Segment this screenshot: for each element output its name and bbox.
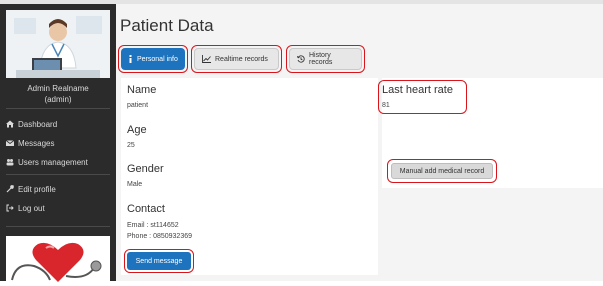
user-role: (admin) — [44, 95, 72, 104]
home-icon — [6, 120, 14, 128]
gender-value: Male — [127, 181, 143, 188]
tab-history-records[interactable]: History records — [289, 48, 362, 70]
tab-label: Personal info — [137, 55, 178, 63]
heart-rate-label: Last heart rate — [382, 84, 453, 96]
name-label: Name — [127, 84, 157, 96]
divider — [6, 226, 110, 227]
sidebar-item-dashboard[interactable]: Dashboard — [6, 117, 57, 131]
sign-out-icon — [6, 204, 14, 212]
sidebar-item-messages[interactable]: Messages — [6, 136, 54, 150]
line-chart-icon — [202, 55, 211, 63]
contact-label: Contact — [127, 203, 165, 215]
heart-stethoscope-image — [6, 236, 110, 286]
sidebar-item-edit-profile[interactable]: Edit profile — [6, 182, 56, 196]
tab-personal-info[interactable]: Personal info — [121, 48, 185, 70]
personal-info-card — [121, 78, 378, 275]
send-message-button[interactable]: Send message — [127, 252, 191, 270]
phone-value: Phone : 0850932369 — [127, 233, 193, 240]
divider — [6, 108, 110, 109]
manual-add-record-button[interactable]: Manual add medical record — [391, 163, 493, 179]
wrench-icon — [6, 185, 14, 193]
age-label: Age — [127, 124, 147, 136]
sidebar-item-label: Log out — [18, 203, 45, 213]
user-name: Admin Realname — [27, 84, 89, 93]
sidebar-item-label: Dashboard — [18, 119, 58, 129]
email-value: Email : st114652 — [127, 222, 179, 229]
heart-rate-value: 81 — [382, 102, 390, 109]
gender-label: Gender — [127, 163, 164, 175]
sidebar-item-label: Edit profile — [18, 184, 56, 194]
sidebar: Admin Realname (admin) Dashboard Message… — [0, 4, 116, 286]
age-value: 25 — [127, 142, 135, 149]
main-content: Patient Data Personal info Realtime reco… — [116, 4, 603, 281]
avatar — [6, 10, 110, 78]
users-icon — [6, 158, 14, 166]
tab-realtime-records[interactable]: Realtime records — [194, 48, 279, 70]
sidebar-item-log-out[interactable]: Log out — [6, 201, 45, 215]
info-icon — [128, 55, 133, 63]
page-title: Patient Data — [120, 16, 214, 35]
sidebar-item-label: Users management — [18, 157, 88, 167]
tab-label: Realtime records — [215, 55, 268, 63]
sidebar-item-users-management[interactable]: Users management — [6, 155, 88, 169]
history-icon — [297, 55, 305, 63]
sidebar-item-label: Messages — [18, 138, 55, 148]
envelope-icon — [6, 139, 14, 147]
tab-label: History records — [309, 52, 333, 66]
divider — [6, 174, 110, 175]
name-value: patient — [127, 102, 149, 109]
